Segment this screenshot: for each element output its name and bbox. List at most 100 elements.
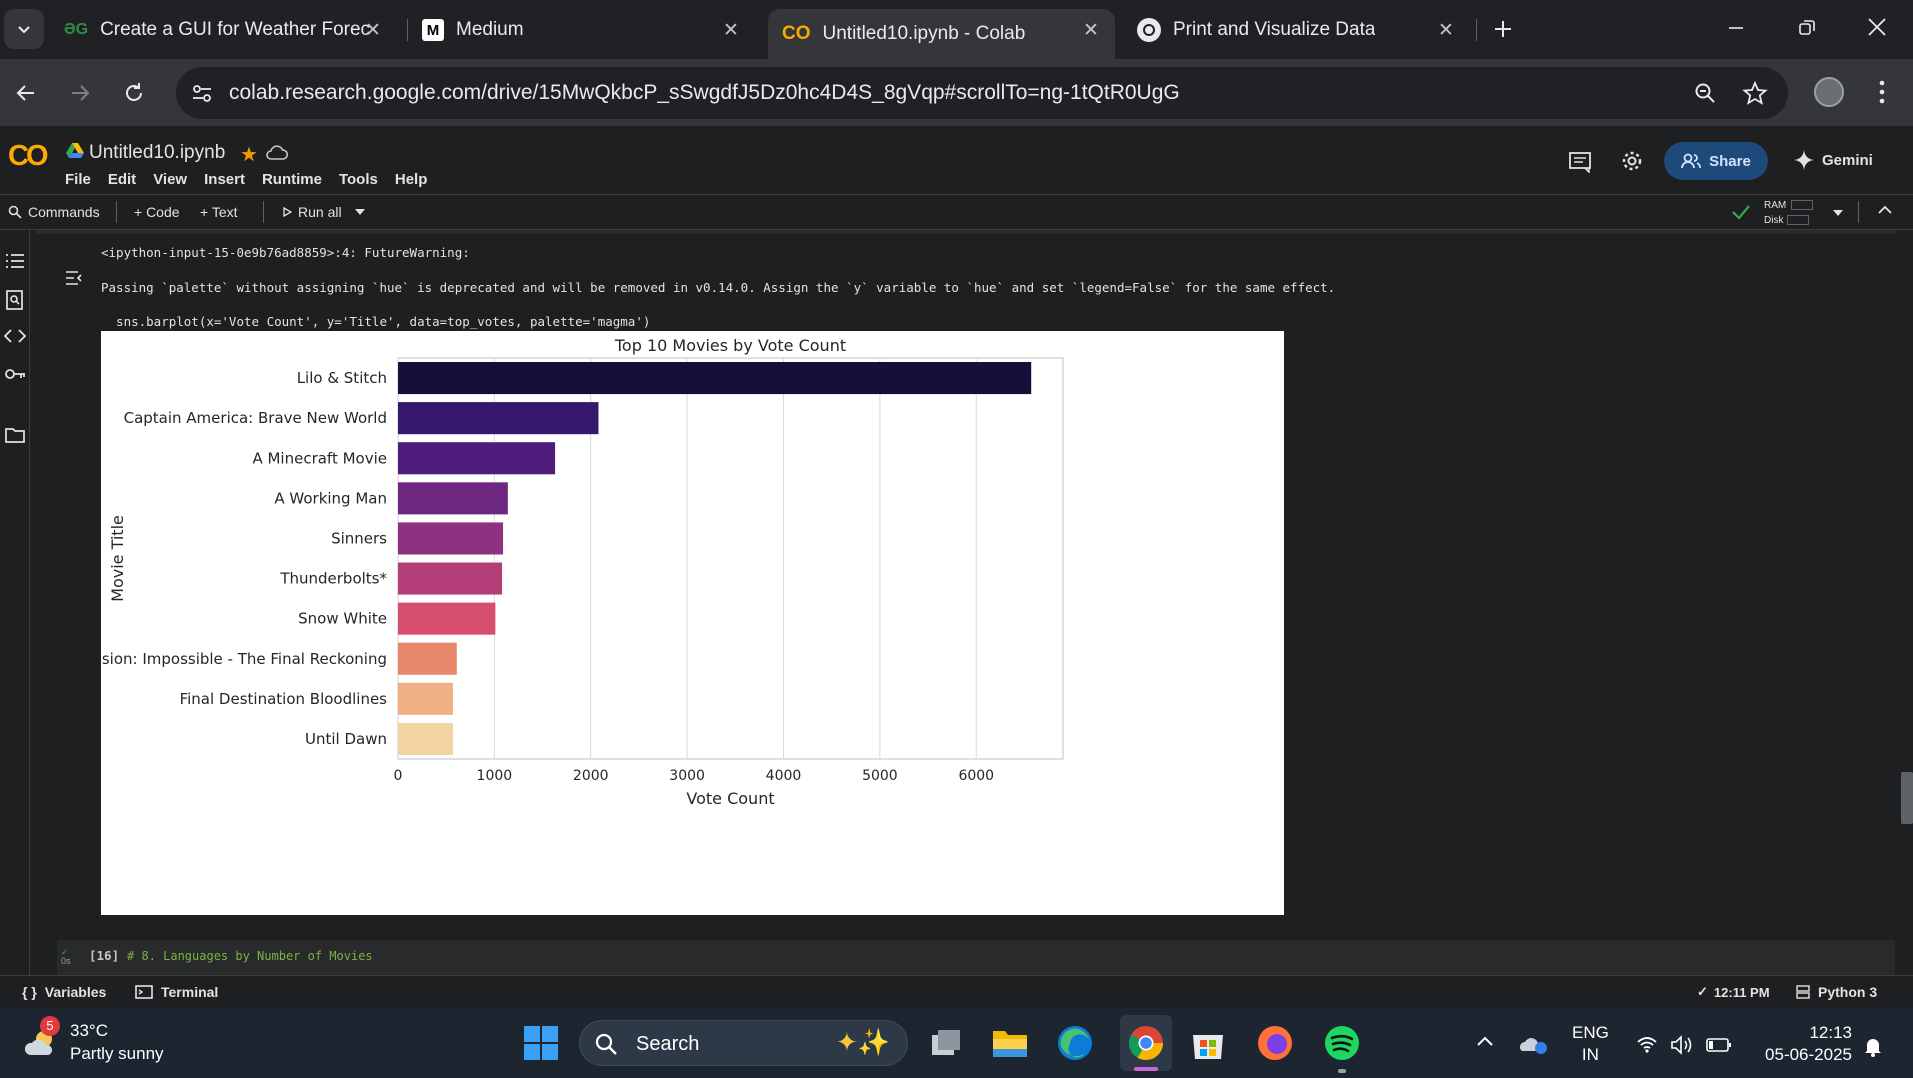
close-icon[interactable]: ✕ [1434, 18, 1458, 42]
clock-time: 12:13 [1809, 1023, 1852, 1042]
plus-icon [1495, 21, 1511, 37]
server-icon [1796, 985, 1810, 999]
terminal-label: Terminal [161, 984, 219, 1000]
table-of-contents-icon[interactable] [5, 252, 25, 270]
last-run-status[interactable]: ✓ 12:11 PM [1697, 984, 1770, 1000]
cloud-icon [266, 144, 288, 162]
add-code-button[interactable]: + Code [134, 204, 180, 220]
bookmark-star-icon[interactable] [1742, 80, 1768, 106]
browser-tab-colab[interactable]: CO Untitled10.ipynb - Colab ✕ [768, 9, 1115, 59]
run-all-button[interactable]: Run all [282, 204, 342, 220]
close-window-button[interactable] [1866, 16, 1896, 42]
close-icon[interactable]: ✕ [1079, 18, 1103, 42]
resources-dropdown[interactable] [1832, 209, 1844, 217]
cell-run-time: 0s [61, 956, 71, 966]
chrome-icon[interactable] [1120, 1015, 1172, 1071]
collapse-header-button[interactable] [1878, 205, 1892, 215]
runtime-type[interactable]: Python 3 [1796, 984, 1877, 1000]
battery-icon[interactable] [1706, 1037, 1732, 1053]
file-explorer-icon[interactable] [988, 1021, 1032, 1065]
start-button[interactable] [519, 1021, 563, 1065]
menu-insert[interactable]: Insert [204, 171, 245, 188]
microsoft-store-icon[interactable] [1186, 1021, 1230, 1065]
secrets-key-icon[interactable] [4, 367, 26, 381]
back-button[interactable] [14, 81, 38, 105]
browser-tab-medium[interactable]: M Medium ✕ [410, 9, 755, 51]
menu-file[interactable]: File [65, 171, 91, 188]
clock[interactable]: 12:13 05-06-2025 [1748, 1022, 1852, 1066]
browser-menu-button[interactable] [1870, 77, 1894, 107]
bar [398, 362, 1032, 395]
check-icon: ✓ [1697, 984, 1708, 999]
menu-view[interactable]: View [153, 171, 187, 188]
site-info-icon[interactable] [190, 81, 214, 105]
tab-search-button[interactable] [4, 9, 44, 49]
browser-tab-chatgpt[interactable]: Print and Visualize Data ✕ [1125, 9, 1470, 51]
resource-monitor[interactable]: RAM Disk [1764, 198, 1814, 228]
add-code-label: + Code [134, 204, 180, 220]
menu-runtime[interactable]: Runtime [262, 171, 322, 188]
commands-button[interactable]: Commands [8, 204, 100, 220]
menu-tools[interactable]: Tools [339, 171, 378, 188]
address-bar[interactable]: colab.research.google.com/drive/15MwQkbc… [176, 67, 1788, 119]
variables-button[interactable]: { } Variables [22, 984, 106, 1000]
bar [398, 602, 496, 635]
left-sidebar [0, 230, 30, 975]
volume-icon[interactable] [1670, 1035, 1694, 1055]
new-tab-button[interactable] [1488, 14, 1518, 44]
files-folder-icon[interactable] [5, 427, 25, 443]
spotify-icon[interactable] [1320, 1021, 1364, 1073]
search-icon [595, 1033, 617, 1055]
close-icon[interactable]: ✕ [361, 18, 385, 42]
firefox-icon[interactable] [1253, 1021, 1297, 1065]
windows-taskbar: 5 33°C Partly sunny Search ✦✨ ENG IN 12:… [0, 1007, 1913, 1078]
minimize-button[interactable] [1726, 18, 1756, 40]
star-icon[interactable]: ★ [240, 142, 258, 167]
wifi-icon[interactable] [1636, 1035, 1658, 1053]
people-icon [1681, 153, 1702, 169]
geeksforgeeks-icon: ƏG [64, 21, 89, 38]
tab-title: Print and Visualize Data [1173, 19, 1376, 40]
taskbar-search[interactable]: Search ✦✨ [579, 1020, 908, 1066]
bar [398, 442, 556, 475]
terminal-button[interactable]: Terminal [135, 984, 218, 1000]
task-view-icon[interactable] [924, 1021, 968, 1065]
language-indicator[interactable]: ENG IN [1572, 1022, 1609, 1066]
run-all-dropdown[interactable] [354, 208, 366, 216]
colab-logo[interactable]: CO [8, 140, 48, 173]
restore-button[interactable] [1797, 18, 1827, 40]
gemini-button[interactable]: Gemini [1794, 150, 1873, 170]
weather-widget[interactable]: 5 33°C Partly sunny [20, 1016, 180, 1067]
code-snippets-icon[interactable] [4, 328, 26, 344]
find-icon[interactable] [6, 290, 24, 310]
forward-button[interactable] [68, 81, 92, 105]
share-button[interactable]: Share [1664, 142, 1768, 180]
edge-browser-icon[interactable] [1053, 1021, 1097, 1065]
x-tick-label: 4000 [766, 768, 802, 784]
zoom-icon[interactable] [1693, 81, 1717, 105]
browser-tab-gfg[interactable]: ƏG Create a GUI for Weather Forec ✕ [52, 9, 397, 51]
notebook-filename[interactable]: Untitled10.ipynb [89, 142, 225, 164]
commands-label: Commands [28, 204, 100, 220]
minimize-icon [1729, 27, 1743, 29]
notification-bell-icon[interactable] [1862, 1035, 1884, 1057]
output-options-icon[interactable] [65, 270, 85, 286]
next-code-cell[interactable]: ✓ 0s [16] # 8. Languages by Number of Mov… [57, 940, 1895, 975]
menu-help[interactable]: Help [395, 171, 428, 188]
clock-date: 05-06-2025 [1765, 1045, 1852, 1064]
colab-status-bar: { } Variables Terminal ✓ 12:11 PM Python… [0, 975, 1913, 1007]
search-icon [8, 205, 22, 219]
add-text-button[interactable]: + Text [200, 204, 238, 220]
cell-code-comment: # 8. Languages by Number of Movies [127, 949, 373, 963]
tab-title: Medium [456, 19, 524, 40]
menu-edit[interactable]: Edit [108, 171, 136, 188]
x-tick-label: 3000 [669, 768, 705, 784]
comments-icon[interactable] [1568, 151, 1592, 173]
close-icon[interactable]: ✕ [719, 18, 743, 42]
reload-button[interactable] [122, 81, 146, 105]
profile-avatar[interactable] [1814, 77, 1844, 107]
settings-gear-icon[interactable] [1620, 149, 1644, 173]
onedrive-icon[interactable] [1518, 1035, 1548, 1055]
scrollbar-thumb[interactable] [1901, 772, 1913, 824]
show-hidden-icons[interactable] [1476, 1035, 1494, 1047]
